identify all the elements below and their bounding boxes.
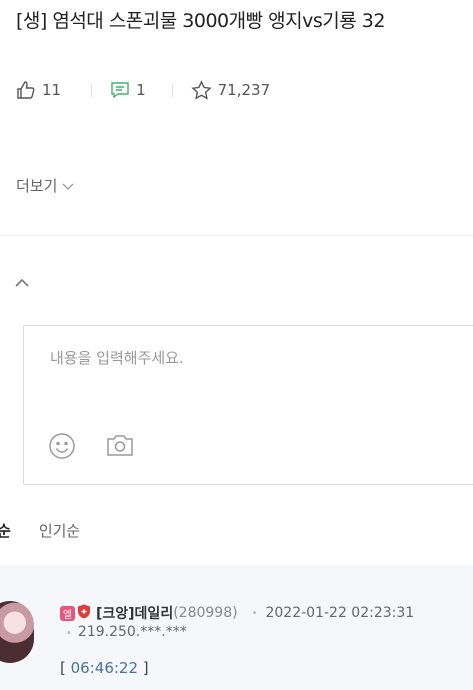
comment-input-box[interactable]: 내용을 입력해주세요.	[23, 325, 473, 485]
divider	[0, 235, 473, 236]
comment-icon	[110, 80, 130, 100]
thumbs-up-icon	[16, 80, 36, 100]
comment-count: 1	[136, 81, 146, 99]
favorite-button[interactable]: 71,237	[190, 79, 271, 101]
author-point-count: (280998)	[173, 605, 238, 621]
bracket-close: ]	[142, 659, 149, 677]
more-label: 더보기	[16, 177, 58, 195]
separator-dot: •	[251, 607, 258, 619]
like-button[interactable]: 11	[16, 80, 61, 100]
chevron-up-icon	[14, 273, 30, 292]
comment-item: 엘 [크앙]데일리 (280998) • 2022-01-22 02:23:31…	[0, 565, 473, 690]
emoji-button[interactable]	[48, 432, 76, 464]
like-count: 11	[42, 81, 62, 99]
timestamp-link[interactable]: 06:46:22	[71, 659, 138, 677]
separator-dot: •	[66, 628, 72, 639]
ip-address: 219.250.***.***	[77, 624, 187, 640]
comment-ip: • 219.250.***.***	[66, 624, 187, 640]
photo-upload-button[interactable]	[106, 432, 134, 462]
avatar[interactable]	[0, 601, 34, 663]
bracket-open: [	[60, 659, 66, 677]
comment-body: [ 06:46:22 ]	[60, 659, 149, 677]
view-count: 71,237	[217, 81, 271, 99]
divider	[91, 83, 93, 97]
post-title: [생] 염석대 스폰괴물 3000개빵 앵지vs기룡 32	[16, 10, 385, 32]
more-button[interactable]: 더보기	[16, 175, 74, 196]
shield-badge-icon	[77, 604, 91, 623]
comment-date: 2022-01-22 02:23:31	[265, 605, 415, 621]
star-icon	[190, 79, 212, 101]
comment-count-button[interactable]: 1	[110, 80, 146, 100]
post-stats: 11 1 71,237	[16, 78, 270, 102]
tab-popular[interactable]: 인기순	[39, 520, 80, 541]
camera-icon	[106, 435, 134, 462]
comment-header: 엘 [크앙]데일리 (280998) • 2022-01-22 02:23:31	[60, 603, 414, 623]
comment-input[interactable]: 내용을 입력해주세요.	[50, 347, 184, 368]
collapse-comments-button[interactable]	[14, 273, 30, 292]
divider	[171, 83, 173, 97]
tab-latest[interactable]: 순	[0, 520, 11, 541]
comment-author[interactable]: [크앙]데일리	[96, 603, 173, 623]
level-badge: 엘	[60, 605, 75, 621]
smiley-icon	[48, 433, 76, 464]
comment-sort-tabs: 순 인기순	[0, 520, 80, 541]
chevron-down-icon	[62, 177, 74, 195]
